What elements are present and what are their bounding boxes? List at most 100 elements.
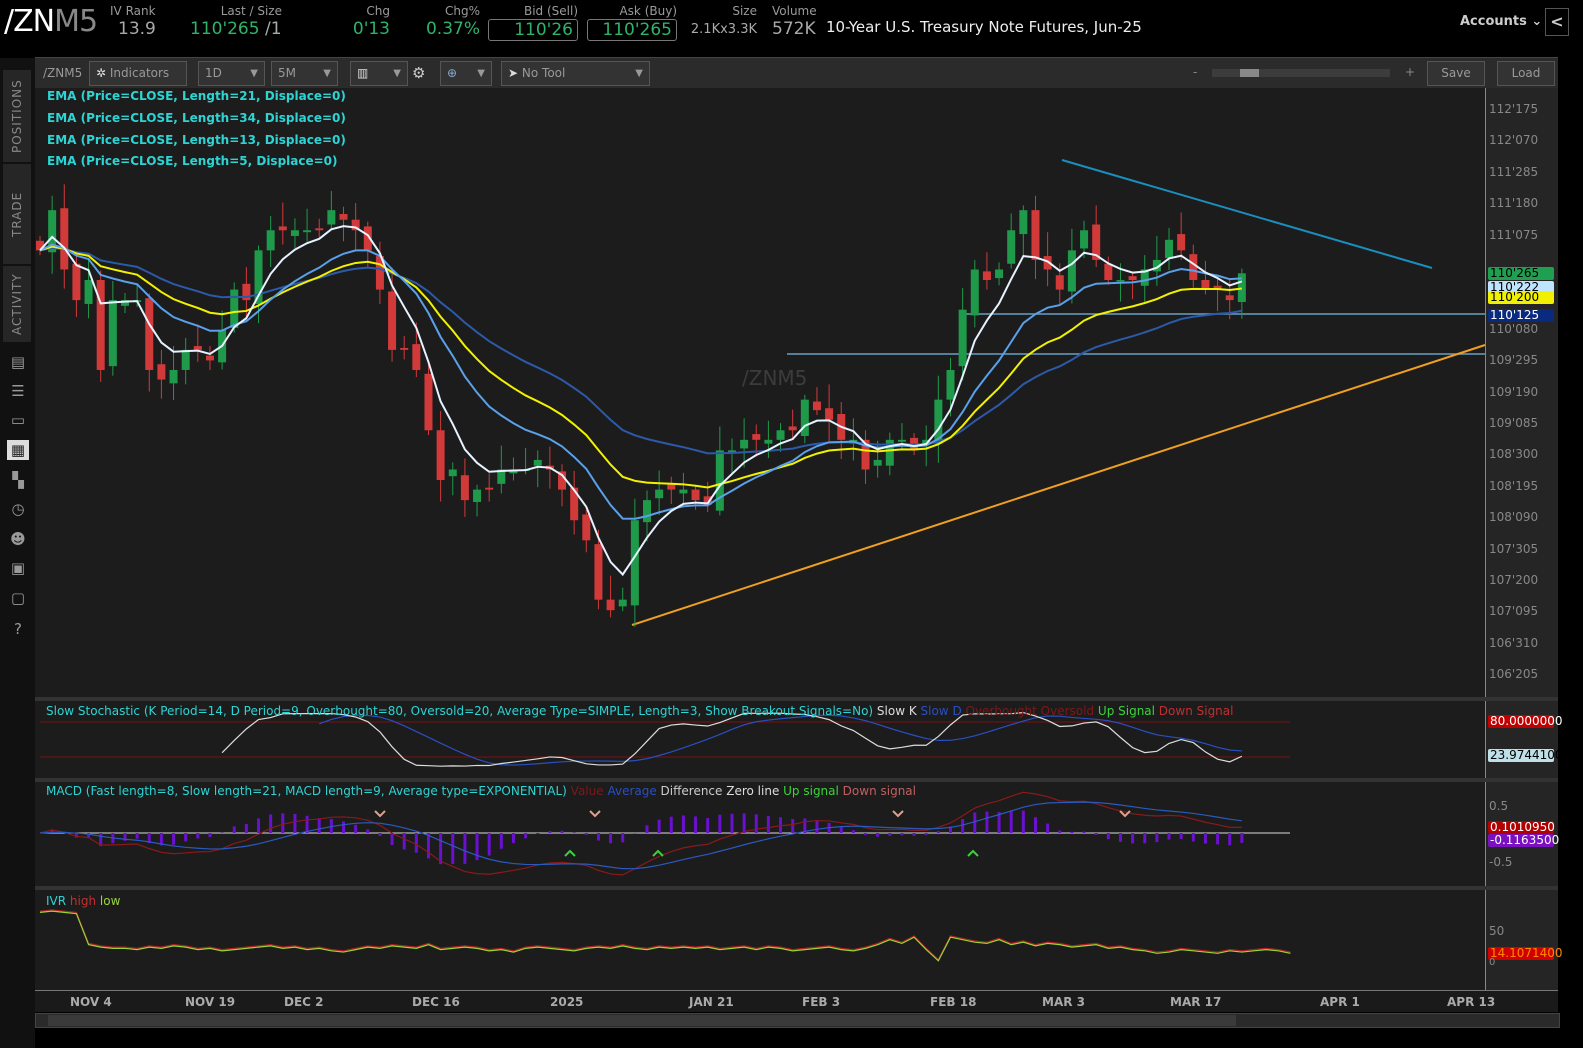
- macd-legend-difference[interactable]: Difference: [657, 784, 723, 798]
- macd-value-line: [39, 791, 1242, 876]
- macd-title[interactable]: MACD (Fast length=8, Slow length=21, MAC…: [46, 784, 567, 798]
- candle-up: [958, 309, 967, 367]
- price-badge: 110'200: [1488, 291, 1554, 304]
- candle-up: [448, 469, 457, 477]
- ivr-low-line: [39, 910, 1291, 962]
- candle-down: [1031, 210, 1040, 260]
- slow-d-line: [319, 714, 1242, 766]
- candle-up: [679, 489, 688, 494]
- price-badge: 110'265: [1488, 267, 1554, 280]
- study-ema21-label[interactable]: EMA (Price=CLOSE, Length=21, Displace=0): [47, 89, 346, 103]
- candle-down: [339, 213, 348, 220]
- macd-legend-up-signal[interactable]: Up signal: [779, 784, 839, 798]
- candle-up: [1019, 210, 1028, 235]
- candle-down: [72, 263, 81, 301]
- candle-up: [630, 520, 639, 606]
- candle-down: [594, 544, 603, 600]
- stochastic-legend-overbought[interactable]: Overbought: [962, 704, 1037, 718]
- candle-up: [618, 599, 627, 607]
- ivr-high-line: [39, 909, 1291, 961]
- macd-average-line: [39, 801, 1242, 870]
- macd-down-signal-icon: [892, 810, 904, 818]
- date-label: DEC 2: [284, 995, 324, 1009]
- candle-down: [606, 599, 615, 611]
- date-label: NOV 4: [70, 995, 112, 1009]
- candle-down: [400, 347, 409, 350]
- ivr-legend-ivr[interactable]: IVR: [46, 894, 66, 908]
- candle-up: [1116, 280, 1125, 282]
- candle-up: [1080, 230, 1089, 249]
- candle-down: [193, 346, 202, 350]
- macd-tick: 0.5: [1489, 799, 1509, 813]
- date-label: FEB 18: [930, 995, 977, 1009]
- price-tick-label: 109'295: [1489, 353, 1539, 368]
- stochastic-legend-oversold[interactable]: Oversold: [1037, 704, 1094, 718]
- candle-down: [60, 208, 69, 270]
- candle-up: [970, 269, 979, 316]
- stochastic-title[interactable]: Slow Stochastic (K Period=14, D Period=9…: [46, 704, 873, 718]
- candle-up: [266, 230, 275, 251]
- scrollbar-thumb[interactable]: [48, 1015, 1236, 1026]
- macd-up-signal-icon: [967, 849, 979, 857]
- overbought-badge: 80.0000000: [1488, 714, 1563, 728]
- price-tick-label: 109'085: [1489, 416, 1539, 431]
- study-ema34-label[interactable]: EMA (Price=CLOSE, Length=34, Displace=0): [47, 111, 346, 125]
- candle-up: [764, 439, 773, 444]
- date-label: MAR 3: [1042, 995, 1085, 1009]
- candle-down: [278, 226, 287, 231]
- candle-down: [424, 373, 433, 431]
- candle-up: [327, 210, 336, 225]
- candle-up: [995, 269, 1004, 279]
- candle-down: [1104, 263, 1113, 281]
- price-badge: 110'125: [1488, 309, 1554, 322]
- price-tick-label: 110'080: [1489, 321, 1539, 336]
- slow-k-line: [221, 711, 1243, 767]
- date-label: JAN 21: [689, 995, 734, 1009]
- date-label: 2025: [550, 995, 584, 1009]
- stochastic-legend: Slow Stochastic (K Period=14, D Period=9…: [46, 704, 1233, 718]
- macd-legend-down-signal[interactable]: Down signal: [839, 784, 916, 798]
- study-ema13-label[interactable]: EMA (Price=CLOSE, Length=13, Displace=0): [47, 133, 346, 147]
- macd-legend-zero-line[interactable]: Zero line: [722, 784, 779, 798]
- candle-down: [788, 426, 797, 431]
- price-tick-label: 111'075: [1489, 227, 1539, 242]
- stochastic-legend-up-signal[interactable]: Up Signal: [1094, 704, 1155, 718]
- candle-up: [873, 459, 882, 466]
- candle-down: [1128, 276, 1137, 281]
- ivr-zero-tick: 0: [1489, 957, 1496, 968]
- macd-tick: -0.5: [1489, 855, 1513, 869]
- stochastic-legend-slow-k[interactable]: Slow K: [873, 704, 917, 718]
- stochastic-legend-slow-d[interactable]: Slow D: [917, 704, 962, 718]
- price-tick-label: 112'175: [1489, 102, 1539, 116]
- price-tick-label: 107'305: [1489, 541, 1539, 556]
- price-tick-label: 108'195: [1489, 478, 1539, 493]
- candle-up: [303, 230, 312, 233]
- stochastic-legend-down-signal[interactable]: Down Signal: [1155, 704, 1234, 718]
- price-tick-label: 108'090: [1489, 510, 1539, 525]
- date-label: DEC 16: [412, 995, 460, 1009]
- ivr-legend-high[interactable]: high: [66, 894, 96, 908]
- candle-up: [108, 300, 117, 367]
- candle-up: [84, 280, 93, 304]
- candle-up: [533, 459, 542, 466]
- candle-down: [436, 430, 445, 481]
- date-label: APR 1: [1320, 995, 1360, 1009]
- macd-legend-average[interactable]: Average: [604, 784, 656, 798]
- date-label: APR 13: [1447, 995, 1496, 1009]
- candle-down: [1055, 275, 1064, 290]
- candle-up: [800, 399, 809, 437]
- candle-up: [740, 439, 749, 449]
- candle-down: [1189, 254, 1198, 281]
- price-tick-label: 111'180: [1489, 196, 1539, 211]
- macd-diff-badge: -0.1163500: [1488, 833, 1560, 847]
- study-ema5-label[interactable]: EMA (Price=CLOSE, Length=5, Displace=0): [47, 154, 338, 168]
- candle-down: [582, 514, 591, 541]
- candle-down: [485, 487, 494, 490]
- candle-down: [1177, 234, 1186, 251]
- macd-legend-value[interactable]: Value: [567, 784, 604, 798]
- descending-trendline: [1061, 159, 1433, 269]
- ivr-badge: 14.1071400: [1488, 946, 1563, 960]
- macd-up-signal-icon: [652, 849, 664, 857]
- macd-legend: MACD (Fast length=8, Slow length=21, MAC…: [46, 784, 916, 798]
- ivr-legend-low[interactable]: low: [96, 894, 121, 908]
